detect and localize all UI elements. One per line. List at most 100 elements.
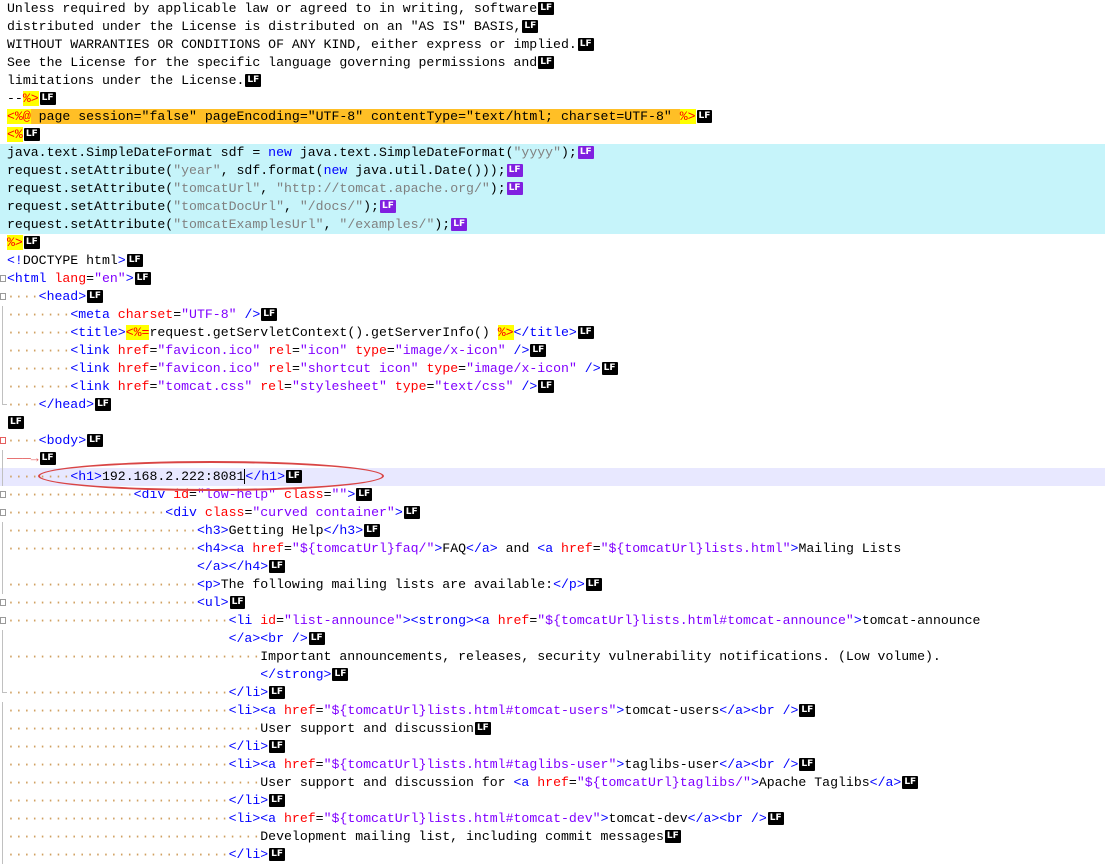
code-text: ····························<li><a href=…	[7, 702, 816, 720]
fold-gutter	[0, 270, 7, 288]
code-line[interactable]: <html lang="en"> LF	[0, 270, 1105, 288]
code-line[interactable]: ········<meta charset="UTF-8" /> LF	[0, 306, 1105, 324]
indent-whitespace: ····························	[7, 847, 229, 862]
line-ending-marker: LF	[308, 632, 325, 646]
code-line[interactable]: ········<h1>192.168.2.222:8081</h1> LF	[0, 468, 1105, 486]
code-line[interactable]: ····························</li> LF	[0, 684, 1105, 702]
fold-toggle-icon[interactable]	[0, 293, 6, 300]
code-line[interactable]: ························<h3>Getting Help…	[0, 522, 1105, 540]
code-line[interactable]: ····<head> LF	[0, 288, 1105, 306]
code-line[interactable]: ························<h4><a href="${t…	[0, 540, 1105, 558]
code-line[interactable]: See the License for the specific languag…	[0, 54, 1105, 72]
code-token: request.setAttribute(	[7, 217, 174, 232]
fold-gutter	[0, 756, 7, 774]
code-token: User support and discussion	[260, 721, 474, 736]
code-line[interactable]: ································Developm…	[0, 828, 1105, 846]
code-token: href	[117, 379, 150, 394]
fold-guide	[2, 540, 3, 558]
code-token: "low-help"	[196, 487, 277, 502]
code-line[interactable]: ························<p>The following…	[0, 576, 1105, 594]
fold-toggle-icon[interactable]	[0, 599, 6, 606]
code-editor[interactable]: Unless required by applicable law or agr…	[0, 0, 1105, 864]
code-line[interactable]: ····························</li> LF	[0, 846, 1105, 864]
code-line[interactable]: ····················<div class="curved c…	[0, 504, 1105, 522]
code-line[interactable]: %> LF	[0, 234, 1105, 252]
code-line[interactable]: </a><br /> LF	[0, 630, 1105, 648]
code-line[interactable]: ····························<li><a href=…	[0, 702, 1105, 720]
indent-whitespace: ································	[7, 775, 261, 790]
code-token: "year"	[173, 163, 221, 178]
fold-toggle-icon[interactable]	[0, 275, 6, 282]
code-line[interactable]: ········<link href="favicon.ico" rel="ic…	[0, 342, 1105, 360]
code-token: --	[7, 91, 23, 106]
code-line[interactable]: <%@ page session="false" pageEncoding="U…	[0, 108, 1105, 126]
code-line[interactable]: request.setAttribute("tomcatUrl", "http:…	[0, 180, 1105, 198]
code-line[interactable]: ····························<li><a href=…	[0, 810, 1105, 828]
code-line[interactable]: ———→ LF	[0, 450, 1105, 468]
fold-toggle-icon[interactable]	[0, 437, 6, 444]
fold-toggle-icon[interactable]	[0, 491, 6, 498]
code-line[interactable]: ································Importan…	[0, 648, 1105, 666]
code-line[interactable]: ································User sup…	[0, 774, 1105, 792]
code-line[interactable]: java.text.SimpleDateFormat sdf = new jav…	[0, 144, 1105, 162]
code-line[interactable]: request.setAttribute("year", sdf.format(…	[0, 162, 1105, 180]
code-text: request.setAttribute("tomcatDocUrl", "/d…	[7, 198, 396, 216]
fold-gutter	[0, 306, 7, 324]
code-line[interactable]: </strong> LF	[0, 666, 1105, 684]
code-line[interactable]: request.setAttribute("tomcatDocUrl", "/d…	[0, 198, 1105, 216]
code-token: "${tomcatUrl}lists.html#tomcat-dev"	[323, 811, 601, 826]
code-token: =	[592, 541, 601, 556]
code-line[interactable]: ········<link href="tomcat.css" rel="sty…	[0, 378, 1105, 396]
code-line[interactable]: ················<div id="low-help" class…	[0, 486, 1105, 504]
code-line[interactable]: ····························<li><a href=…	[0, 756, 1105, 774]
code-line[interactable]: <!DOCTYPE html> LF	[0, 252, 1105, 270]
code-line[interactable]: ····························</li> LF	[0, 738, 1105, 756]
fold-guide	[2, 756, 3, 774]
line-ending-marker: LF	[95, 398, 111, 412]
code-line[interactable]: ····</head> LF	[0, 396, 1105, 414]
code-line[interactable]: ········<link href="favicon.ico" rel="sh…	[0, 360, 1105, 378]
line-ending-marker: LF	[87, 434, 104, 448]
code-line[interactable]: LF	[0, 414, 1105, 432]
code-token: request.setAttribute(	[7, 199, 174, 214]
code-line[interactable]: <% LF	[0, 126, 1105, 144]
code-line[interactable]: Unless required by applicable law or agr…	[0, 0, 1105, 18]
code-token: href	[284, 757, 316, 772]
code-token: and	[497, 541, 538, 556]
fold-toggle-icon[interactable]	[0, 617, 6, 624]
line-ending-marker: LF	[286, 470, 302, 484]
code-line[interactable]: ························<ul> LF	[0, 594, 1105, 612]
code-text: ························<h3>Getting Help…	[7, 522, 381, 540]
code-token: lang	[54, 271, 87, 286]
code-token: rel	[260, 379, 285, 394]
fold-toggle-icon[interactable]	[0, 509, 6, 516]
indent-whitespace: ····························	[7, 793, 229, 808]
fold-gutter	[0, 288, 7, 306]
code-line[interactable]: ····························</li> LF	[0, 792, 1105, 810]
code-line[interactable]: </a></h4> LF	[0, 558, 1105, 576]
indent-whitespace: ················	[7, 487, 134, 502]
code-line[interactable]: ····························<li id="list…	[0, 612, 1105, 630]
indent-whitespace: ········	[7, 469, 71, 484]
line-ending-marker: LF	[799, 704, 816, 718]
code-line[interactable]: request.setAttribute("tomcatExamplesUrl"…	[0, 216, 1105, 234]
fold-gutter	[0, 0, 7, 18]
code-token: type	[426, 361, 459, 376]
code-line[interactable]: --%> LF	[0, 90, 1105, 108]
line-ending-marker: LF	[577, 146, 594, 160]
code-line[interactable]: ································User sup…	[0, 720, 1105, 738]
code-line[interactable]: ········<title><%=request.getServletCont…	[0, 324, 1105, 342]
fold-guide	[2, 360, 3, 378]
code-line[interactable]: ····<body> LF	[0, 432, 1105, 450]
line-ending-marker: LF	[538, 380, 555, 394]
code-line[interactable]: limitations under the License. LF	[0, 72, 1105, 90]
fold-gutter	[0, 684, 7, 702]
code-token: />	[576, 361, 601, 376]
code-line[interactable]: distributed under the License is distrib…	[0, 18, 1105, 36]
code-token: <!	[7, 253, 23, 268]
code-token: WITHOUT WARRANTIES OR CONDITIONS OF ANY …	[7, 37, 577, 52]
code-line[interactable]: WITHOUT WARRANTIES OR CONDITIONS OF ANY …	[0, 36, 1105, 54]
